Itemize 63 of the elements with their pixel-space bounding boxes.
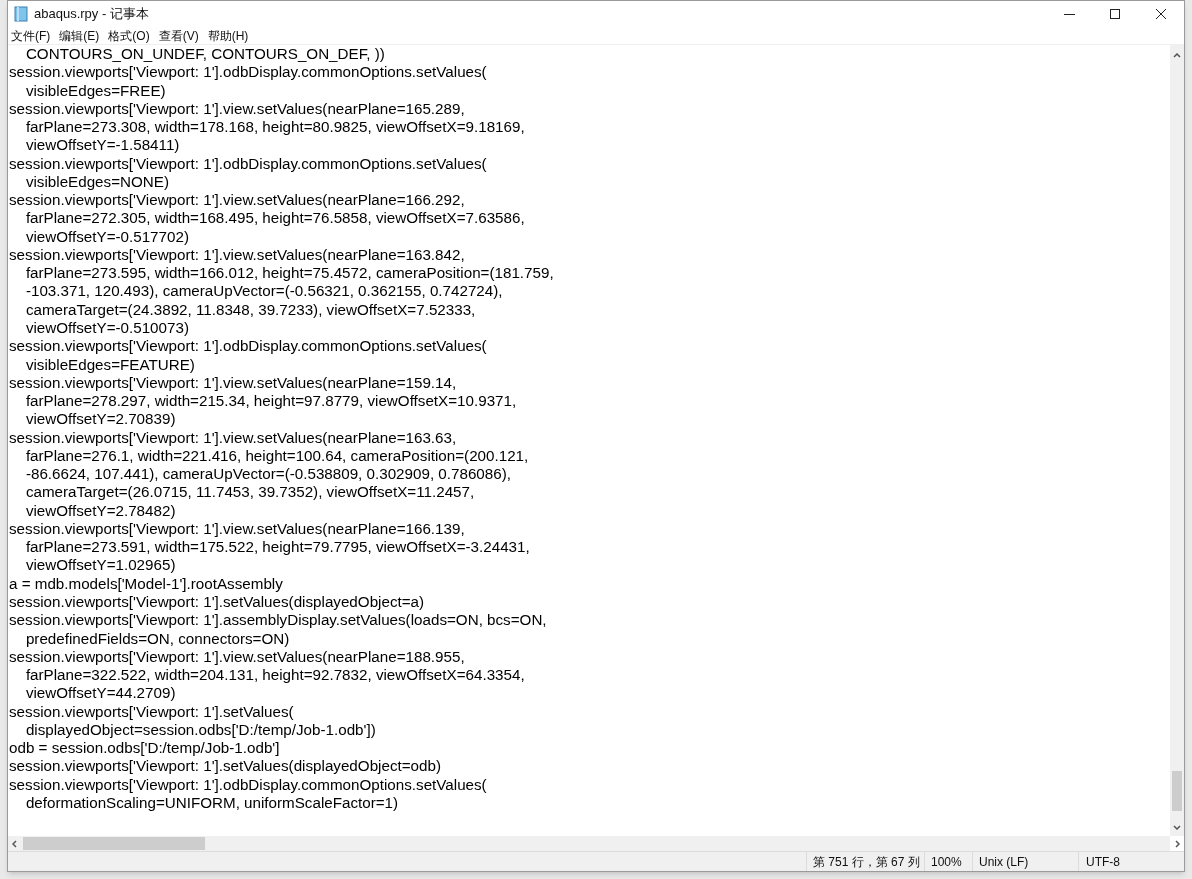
code-line: session.viewports['Viewport: 1'].view.setValues(nearPlane=163.842, bbox=[9, 245, 465, 265]
code-line: viewOffsetY=-1.58411) bbox=[24, 136, 180, 155]
code-line: session.viewports['Viewport: 1'].view.setValues(nearPlane=188.955, bbox=[9, 647, 465, 667]
code-line: farPlane=278.297, width=215.34, height=97.8779, viewOffsetX=10.9371, bbox=[24, 392, 517, 411]
encoding: UTF-8 bbox=[1078, 852, 1184, 871]
code-line: -103.371, 120.493), cameraUpVector=(-0.56321, 0.362155, 0.742724), bbox=[24, 282, 503, 301]
code-line: session.viewports['Viewport: 1'].setValues(displayedObject=odb) bbox=[9, 757, 441, 776]
code-line: farPlane=273.591, width=175.522, height=79.7795, viewOffsetX=-3.24431, bbox=[24, 538, 530, 557]
code-line: session.viewports['Viewport: 1'].assemblyDisplay.setValues(loads=ON, bcs=ON, bbox=[9, 611, 547, 630]
menu-item[interactable]: 查看(V) bbox=[158, 29, 199, 42]
menu-item[interactable]: 文件(F) bbox=[11, 29, 51, 42]
code-line: session.viewports['Viewport: 1'].view.setValues(nearPlane=165.289, bbox=[9, 99, 465, 119]
scroll-right-icon bbox=[1175, 839, 1180, 848]
menu-item[interactable]: 编辑(E) bbox=[59, 29, 100, 42]
menu-item[interactable]: 格式(O) bbox=[108, 29, 150, 42]
code-line: viewOffsetY=1.02965) bbox=[24, 556, 176, 575]
code-line: cameraTarget=(24.3892, 11.8348, 39.7233), viewOffsetX=7.52333, bbox=[24, 300, 476, 319]
code-line: deformationScaling=UNIFORM, uniformScaleFactor=1) bbox=[24, 793, 399, 813]
code-line: session.viewports['Viewport: 1'].view.setValues(nearPlane=166.139, bbox=[9, 519, 465, 539]
code-line: session.viewports['Viewport: 1'].setValues( bbox=[9, 702, 294, 721]
code-line: farPlane=322.522, width=204.131, height=92.7832, viewOffsetX=64.3354, bbox=[24, 666, 525, 685]
code-line: viewOffsetY=44.2709) bbox=[24, 684, 176, 703]
code-line: CONTOURS_ON_UNDEF, CONTOURS_ON_DEF, )) bbox=[24, 45, 385, 64]
close-icon bbox=[1156, 9, 1166, 19]
code-line: session.viewports['Viewport: 1'].view.setValues(nearPlane=159.14, bbox=[9, 373, 457, 393]
code-line: farPlane=276.1, width=221.416, height=100.64, cameraPosition=(200.121, bbox=[24, 446, 529, 466]
scroll-left-icon bbox=[12, 839, 17, 848]
vertical-scrollbar[interactable] bbox=[1170, 45, 1184, 836]
code-line: session.viewports['Viewport: 1'].odbDisplay.commonOptions.setValues( bbox=[9, 154, 487, 173]
code-line: a = mdb.models['Model-1'].rootAssembly bbox=[9, 574, 283, 593]
minimize-icon bbox=[1063, 13, 1075, 15]
menu-item[interactable]: 帮助(H) bbox=[207, 29, 249, 42]
code-line: displayedObject=session.odbs['D:/temp/Job-1.odb']) bbox=[24, 720, 376, 740]
code-line: session.viewports['Viewport: 1'].odbDisplay.commonOptions.setValues( bbox=[9, 337, 487, 356]
code-line: predefinedFields=ON, connectors=ON) bbox=[24, 629, 290, 648]
code-line: viewOffsetY=2.78482) bbox=[24, 501, 176, 520]
code-line: session.viewports['Viewport: 1'].view.setValues(nearPlane=163.63, bbox=[9, 428, 457, 447]
code-line: visibleEdges=FEATURE) bbox=[24, 355, 195, 374]
code-line: -86.6624, 107.441), cameraUpVector=(-0.538809, 0.302909, 0.786086), bbox=[24, 465, 511, 484]
code-line: cameraTarget=(26.0715, 11.7453, 39.7352), viewOffsetX=11.2457, bbox=[24, 483, 475, 502]
scrollbar-thumb[interactable] bbox=[23, 837, 205, 850]
code-line: viewOffsetY=-0.517702) bbox=[24, 227, 189, 246]
scroll-down-icon bbox=[1173, 825, 1181, 830]
code-line: session.viewports['Viewport: 1'].view.setValues(nearPlane=166.292, bbox=[9, 191, 465, 210]
code-line: session.viewports['Viewport: 1'].odbDisplay.commonOptions.setValues( bbox=[9, 63, 487, 82]
line-ending: Unix (LF) bbox=[972, 852, 1078, 871]
code-line: session.viewports['Viewport: 1'].setValues(displayedObject=a) bbox=[9, 592, 425, 612]
scrollbar-thumb[interactable] bbox=[1172, 771, 1182, 811]
code-line: farPlane=272.305, width=168.495, height=76.5858, viewOffsetX=7.63586, bbox=[24, 209, 525, 228]
code-line: odb = session.odbs['D:/temp/Job-1.odb'] bbox=[9, 739, 280, 758]
code-line: viewOffsetY=2.70839) bbox=[24, 410, 176, 429]
maximize-icon bbox=[1110, 9, 1120, 19]
scroll-up-icon bbox=[1173, 53, 1181, 58]
code-line: visibleEdges=FREE) bbox=[24, 81, 166, 100]
code-line: visibleEdges=NONE) bbox=[24, 172, 169, 192]
code-line: session.viewports['Viewport: 1'].odbDisplay.commonOptions.setValues( bbox=[9, 775, 487, 794]
code-line: farPlane=273.595, width=166.012, height=75.4572, cameraPosition=(181.759, bbox=[24, 264, 554, 283]
zoom-level: 100% bbox=[924, 852, 972, 871]
code-line: viewOffsetY=-0.510073) bbox=[24, 319, 189, 338]
code-line: farPlane=273.308, width=178.168, height=80.9825, viewOffsetX=9.18169, bbox=[24, 118, 525, 137]
window-title: abaqus.rpy - 记事本 bbox=[34, 5, 149, 24]
notepad-icon bbox=[14, 6, 28, 22]
cursor-position: 第 751 行，第 67 列 bbox=[806, 852, 924, 871]
